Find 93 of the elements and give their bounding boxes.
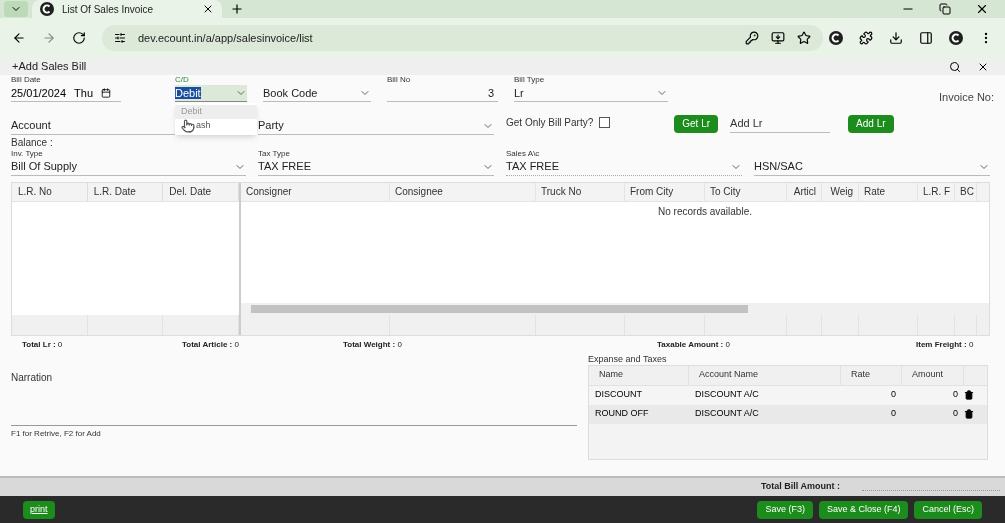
site-settings-icon[interactable]: [114, 32, 126, 44]
column-header[interactable]: Rate: [859, 182, 918, 201]
column-header[interactable]: Consignee: [390, 182, 536, 201]
date-field[interactable]: 25/01/2024 Thu: [11, 85, 121, 102]
field-label: C/D: [175, 75, 190, 85]
table-cell-text: DISCOUNT A/C: [694, 407, 760, 421]
balance-label: Balance :: [11, 136, 54, 149]
table-cell-text: 0: [890, 407, 897, 421]
select-field[interactable]: TAX FREE: [258, 158, 494, 176]
delete-icon[interactable]: [964, 408, 974, 419]
extension-icon: [829, 31, 843, 45]
column-header[interactable]: Amount: [902, 365, 964, 385]
forward-icon[interactable]: [42, 31, 56, 45]
narration-label: Narration: [11, 370, 54, 385]
field-label: Bill Type: [514, 75, 546, 85]
profile-icon: [949, 31, 963, 45]
action-button[interactable]: Save & Close (F4): [818, 500, 909, 519]
field-label: Bill Date: [11, 75, 42, 85]
tab-title: List Of Sales Invoice: [62, 2, 155, 17]
section-title: Expanse and Taxes: [588, 352, 668, 365]
column-header[interactable]: To City: [705, 182, 787, 201]
table-cell-text: DISCOUNT A/C: [694, 388, 760, 402]
select-field[interactable]: HSN/SAC: [754, 158, 990, 176]
field-label: Bill No: [387, 75, 412, 85]
search-icon[interactable]: [949, 60, 961, 73]
total-bill-label: Total Bill Amount :: [761, 480, 840, 494]
column-header[interactable]: From City: [625, 182, 705, 201]
input-field[interactable]: Account: [11, 117, 161, 135]
print-button[interactable]: print: [23, 500, 55, 519]
checkbox-label: Get Only Bill Party?: [506, 116, 594, 130]
add-lr-button[interactable]: Add Lr: [848, 114, 894, 133]
select-field[interactable]: Lr: [514, 85, 668, 102]
column-header[interactable]: Consigner: [241, 182, 390, 201]
select-field[interactable]: Party: [258, 117, 494, 135]
field-label: Inv. Type: [11, 148, 44, 159]
field-label: Sales A\c: [506, 148, 541, 159]
install-icon[interactable]: [771, 31, 785, 45]
column-header[interactable]: Name: [589, 365, 689, 385]
close-icon[interactable]: [975, 2, 989, 16]
total-label: Total Lr : 0: [22, 338, 64, 351]
column-header[interactable]: Account Name: [689, 365, 841, 385]
browser-tab[interactable]: List Of Sales Invoice: [32, 0, 222, 18]
invoice-no-label: Invoice No:: [938, 90, 994, 105]
column-header[interactable]: Truck No: [536, 182, 625, 201]
total-label: Total Weight : 0: [343, 338, 403, 351]
checkbox[interactable]: [599, 117, 611, 128]
table-cell-text: ROUND OFF: [594, 407, 650, 421]
column-header[interactable]: L.R. F: [918, 182, 955, 201]
table-cell-text: 0: [890, 388, 897, 402]
form-title: +Add Sales Bill: [12, 59, 88, 75]
select-field[interactable]: Bill Of Supply: [11, 158, 246, 176]
input-field[interactable]: 3: [387, 85, 498, 102]
table-cell-text: 0: [952, 407, 959, 421]
hand-cursor-icon: [181, 119, 195, 133]
reload-icon[interactable]: [72, 31, 86, 45]
column-header[interactable]: BC: [955, 182, 977, 201]
column-header[interactable]: Weig: [822, 182, 859, 201]
field-label: Tax Type: [258, 148, 291, 159]
calendar-icon: [101, 88, 112, 98]
column-header[interactable]: L.R. Date: [87, 182, 164, 201]
column-header[interactable]: Articl: [787, 182, 822, 201]
table-cell-text: 0: [952, 388, 959, 402]
column-header[interactable]: L.R. No: [12, 182, 88, 201]
horizontal-scrollbar[interactable]: [241, 302, 989, 315]
action-button[interactable]: Cancel (Esc): [914, 500, 982, 519]
back-icon[interactable]: [12, 31, 26, 45]
action-button[interactable]: Save (F3): [757, 500, 813, 519]
tab-list-button[interactable]: [4, 1, 28, 17]
empty-message: No records available.: [658, 204, 752, 219]
side-panel-icon[interactable]: [919, 31, 933, 45]
download-icon[interactable]: [889, 31, 903, 45]
select-field[interactable]: Book Code: [263, 85, 371, 102]
address-bar[interactable]: dev.ecount.in/a/app/salesinvoice/list: [102, 25, 823, 51]
total-label: Item Freight : 0: [916, 338, 974, 351]
restore-icon[interactable]: [939, 3, 951, 15]
site-logo-icon: [40, 2, 54, 16]
select-field[interactable]: Debit: [175, 85, 247, 102]
delete-icon[interactable]: [964, 389, 974, 400]
get-lr-button[interactable]: Get Lr: [674, 114, 719, 133]
total-label: Total Article : 0: [182, 338, 240, 351]
new-tab-icon[interactable]: [230, 2, 244, 16]
column-header[interactable]: Rate: [841, 365, 902, 385]
input-field[interactable]: Add Lr: [730, 115, 831, 133]
table-cell-text: DISCOUNT: [594, 388, 643, 402]
star-icon[interactable]: [797, 31, 811, 45]
dropdown-option[interactable]: ash: [175, 119, 257, 133]
key-icon[interactable]: [745, 31, 759, 45]
total-label: Taxable Amount : 0: [657, 338, 731, 351]
hint-text: F1 for Retrive, F2 for Add: [11, 427, 102, 440]
column-header[interactable]: Del. Date: [163, 182, 239, 201]
puzzle-icon[interactable]: [859, 31, 873, 45]
select-field[interactable]: TAX FREE: [506, 158, 742, 176]
close-icon[interactable]: [202, 3, 214, 15]
